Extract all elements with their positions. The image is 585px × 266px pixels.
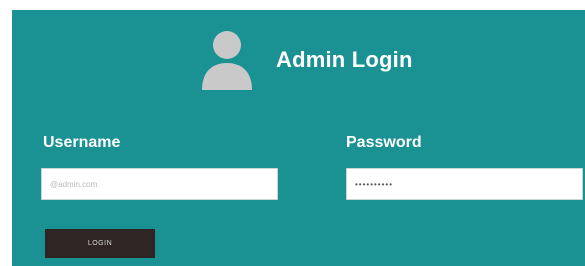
username-input[interactable] [41,168,278,200]
password-input[interactable] [346,168,583,200]
login-header: Admin Login [200,28,413,92]
user-avatar-icon [200,28,254,92]
username-label: Username [43,134,121,151]
login-panel: Admin Login Username Password LOGIN [12,10,585,266]
password-label: Password [346,134,422,151]
login-button[interactable]: LOGIN [45,229,155,258]
page-title: Admin Login [276,47,413,72]
